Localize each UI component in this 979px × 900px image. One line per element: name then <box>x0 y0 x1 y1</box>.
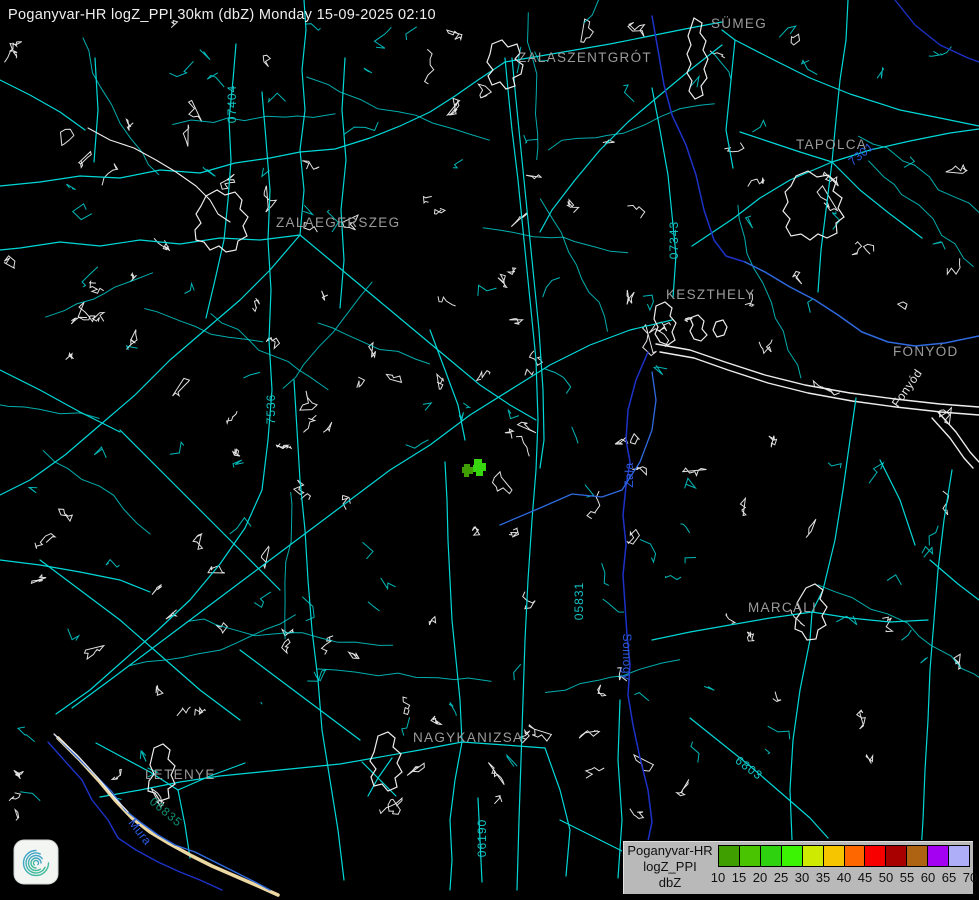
legend-meta: Poganyvar-HR logZ_PPI dbZ <box>623 843 717 891</box>
legend-cell <box>844 845 866 867</box>
city-label-zalaszentgrot: ZALASZENTGRÓT <box>518 50 652 65</box>
radar-legend: Poganyvar-HR logZ_PPI dbZ 10 15 20 25 30 35 40… <box>622 840 974 895</box>
legend-radar-name: Poganyvar-HR <box>623 843 717 859</box>
legend-cell <box>760 845 782 867</box>
legend-tick: 45 <box>858 870 872 885</box>
city-label-nagykanizsa: NAGYKANIZSA <box>413 730 523 745</box>
city-label-sumeg: SÜMEG <box>711 16 767 31</box>
legend-tick: 25 <box>774 870 788 885</box>
spiral-hurricane-logo <box>13 839 59 885</box>
city-label-zalaegerszeg: ZALAEGERSZEG <box>276 215 400 230</box>
radar-echo <box>462 459 486 477</box>
legend-cell <box>781 845 803 867</box>
radar-echo-cell <box>473 459 486 476</box>
radar-map-screen: Poganyvar-HR logZ_PPI 30km (dbZ) Monday … <box>0 0 979 900</box>
road-label-07404: 07404 <box>225 85 239 123</box>
map-decor-layer <box>0 0 979 820</box>
legend-cell <box>885 845 907 867</box>
city-label-keszthely: KESZTHELY <box>666 287 755 302</box>
settlement-outlines <box>148 18 844 801</box>
legend-unit: dbZ <box>623 875 717 891</box>
legend-cell <box>823 845 845 867</box>
city-label-letenye: LETENYE <box>145 767 216 782</box>
legend-tick: 15 <box>732 870 746 885</box>
radar-title: Poganyvar-HR logZ_PPI 30km (dbZ) Monday … <box>8 7 436 23</box>
road-label-06190: 06190 <box>475 819 489 857</box>
legend-cell <box>906 845 928 867</box>
legend-cell <box>802 845 824 867</box>
legend-product: logZ_PPI <box>623 859 717 875</box>
legend-tick: 35 <box>816 870 830 885</box>
legend-tick: 20 <box>753 870 767 885</box>
legend-tick: 50 <box>879 870 893 885</box>
city-label-fonyod: FONYÓD <box>893 344 959 359</box>
river-label-somogy: Somogy <box>620 633 634 680</box>
road-label-07343: 07343 <box>667 221 681 259</box>
legend-color-cells <box>718 845 970 867</box>
legend-cell <box>864 845 886 867</box>
city-label-marcali: MARCALI <box>748 600 817 615</box>
legend-tick: 10 <box>711 870 725 885</box>
road-label-7536: 7536 <box>264 394 278 425</box>
legend-tick: 30 <box>795 870 809 885</box>
legend-scale: 10152025303540455055606570 <box>718 845 970 891</box>
legend-cell <box>927 845 949 867</box>
legend-tick: 40 <box>837 870 851 885</box>
legend-tick: 55 <box>900 870 914 885</box>
radar-echo-cell <box>462 464 473 477</box>
legend-cell <box>948 845 970 867</box>
legend-cell <box>718 845 740 867</box>
legend-tick: 60 <box>921 870 935 885</box>
legend-tick: 70 <box>963 870 977 885</box>
legend-tick: 65 <box>942 870 956 885</box>
map-main-lines <box>0 0 979 895</box>
legend-cell <box>739 845 761 867</box>
map-canvas <box>0 0 979 900</box>
river-label-zala: Zala <box>622 462 636 487</box>
road-label-05831: 05831 <box>572 582 586 620</box>
